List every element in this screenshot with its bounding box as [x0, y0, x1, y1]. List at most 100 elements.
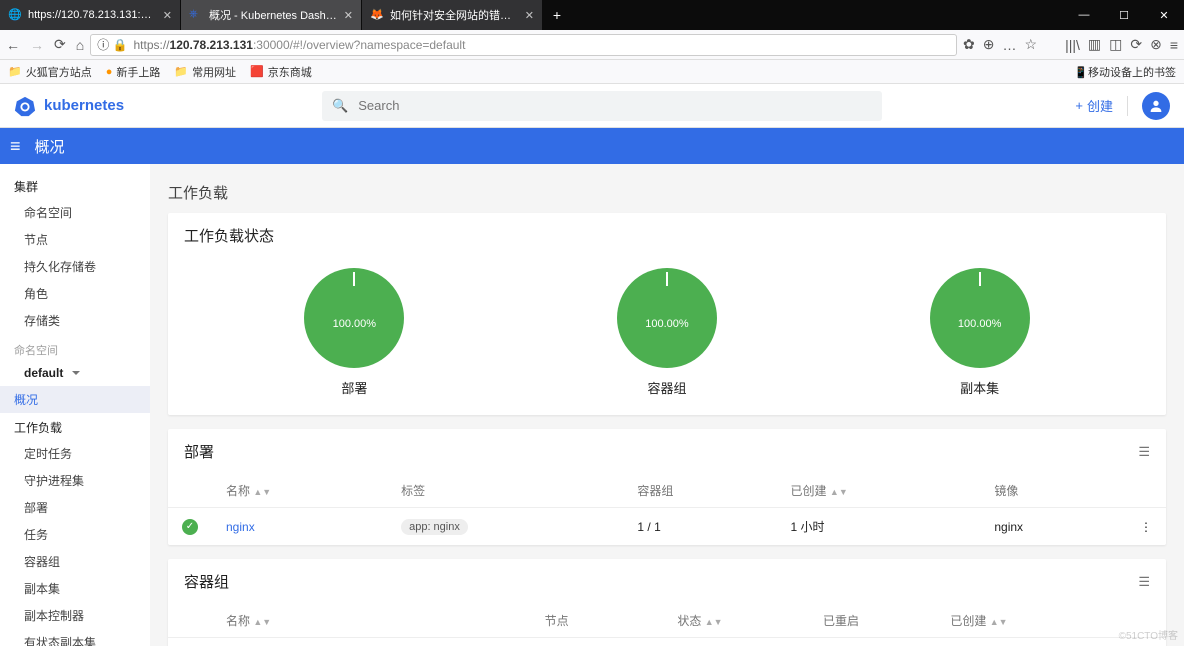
sidebar-item-daemonsets[interactable]: 守护进程集 [0, 467, 150, 494]
screenshot-icon[interactable]: ◫ [1109, 36, 1122, 53]
sidebar-item-cronjobs[interactable]: 定时任务 [0, 440, 150, 467]
url-host: 120.78.213.131 [170, 38, 253, 52]
donut-replicasets: 100.00% 副本集 [930, 268, 1030, 397]
sync-icon[interactable]: ⟳ [1130, 36, 1142, 53]
reader-icon[interactable]: ⊕ [983, 36, 995, 53]
browser-tab-0[interactable]: 🌐 https://120.78.213.131:3000 ✕ [0, 0, 180, 30]
sidebar-head-cluster[interactable]: 集群 [0, 172, 150, 199]
folder-icon: 📁 [8, 65, 22, 78]
resource-link[interactable]: nginx [226, 520, 255, 534]
col-status[interactable]: 状态 ▲▼ [663, 604, 809, 638]
donut-pct: 100.00% [333, 318, 376, 330]
col-created[interactable]: 已创建 ▲▼ [777, 474, 981, 508]
table-row[interactable]: nginx app: nginx 1 / 1 1 小时 nginx ⋮ [168, 508, 1166, 546]
col-name[interactable]: 名称 ▲▼ [212, 604, 531, 638]
browser-tab-2[interactable]: 🦊 如何针对安全网站的错误码"SEC_E ✕ [362, 0, 542, 30]
nav-forward[interactable]: → [30, 37, 44, 53]
sidebar-item-storageclass[interactable]: 存储类 [0, 307, 150, 334]
sidebar-icon[interactable]: |||\ [1065, 37, 1080, 53]
col-name[interactable]: 名称 ▲▼ [212, 474, 387, 508]
bookmark-item[interactable]: ●新手上路 [106, 64, 161, 80]
bookmark-label: 京东商城 [268, 64, 312, 80]
plus-icon: + [1075, 98, 1083, 113]
new-tab-button[interactable]: + [543, 0, 571, 30]
donut-caption: 部署 [341, 378, 367, 397]
col-node[interactable]: 节点 [531, 604, 664, 638]
tab-close-icon[interactable]: ✕ [344, 9, 353, 22]
bookmarks-bar: 📁火狐官方站点 ●新手上路 📁常用网址 🟥京东商城 📱移动设备上的书签 [0, 60, 1184, 84]
filter-icon[interactable]: ☰ [1138, 574, 1150, 590]
tab-close-icon[interactable]: ✕ [163, 9, 172, 22]
bookmark-star-icon[interactable]: ☆ [1025, 36, 1038, 53]
library-icon[interactable]: ▥ [1088, 36, 1101, 53]
site-icon: 🟥 [250, 65, 264, 78]
browser-tab-1[interactable]: ⎈ 概况 - Kubernetes Dashboar ✕ [181, 0, 361, 30]
create-label: 创建 [1087, 96, 1113, 115]
brand-text: kubernetes [44, 97, 124, 114]
card-title: 容器组 [184, 571, 229, 592]
nav-back[interactable]: ← [6, 37, 20, 53]
sidebar-item-overview[interactable]: 概况 [0, 386, 150, 413]
address-bar: ← → ⟳ ⌂ ⓘ 🔒 https://120.78.213.131:30000… [0, 30, 1184, 60]
create-button[interactable]: + 创建 [1075, 96, 1113, 115]
extension-icon[interactable]: ⊗ [1150, 36, 1162, 53]
bookmark-star-icon[interactable]: … [1003, 37, 1017, 53]
sidebar-item-replicationcontrollers[interactable]: 副本控制器 [0, 602, 150, 629]
sidebar-item-pv[interactable]: 持久化存储卷 [0, 253, 150, 280]
sort-icon: ▲▼ [705, 617, 723, 627]
col-restarts[interactable]: 已重启 [809, 604, 936, 638]
mobile-bookmarks[interactable]: 📱移动设备上的书签 [1074, 64, 1176, 80]
col-pods[interactable]: 容器组 [623, 474, 776, 508]
tab-close-icon[interactable]: ✕ [525, 9, 534, 22]
user-avatar[interactable] [1142, 92, 1170, 120]
bookmark-item[interactable]: 📁火狐官方站点 [8, 64, 92, 80]
favicon-firefox: 🦊 [370, 8, 384, 22]
bookmark-item[interactable]: 🟥 京东商城 [250, 64, 312, 80]
donut-deployments: 100.00% 部署 [304, 268, 404, 397]
window-minimize[interactable]: — [1064, 0, 1104, 30]
card-workload-status: 工作负载状态 100.00% 部署 100.00% 容器组 100.00% 副本… [168, 213, 1166, 415]
search-input[interactable] [358, 98, 872, 113]
main-content: 工作负载 工作负载状态 100.00% 部署 100.00% 容器组 100.0… [150, 164, 1184, 646]
table-row[interactable]: nginx-554b9c67f9-pkmrs k8s002 Running 0 … [168, 638, 1166, 646]
bookmark-label: 新手上路 [116, 64, 160, 80]
sidebar-item-statefulsets[interactable]: 有状态副本集 [0, 629, 150, 646]
sidebar-item-roles[interactable]: 角色 [0, 280, 150, 307]
sidebar-item-deployments[interactable]: 部署 [0, 494, 150, 521]
status-ok-icon [182, 519, 198, 535]
sidebar-item-pods[interactable]: 容器组 [0, 548, 150, 575]
nav-home[interactable]: ⌂ [76, 37, 84, 53]
sidebar-item-nodes[interactable]: 节点 [0, 226, 150, 253]
window-close[interactable]: ✕ [1144, 0, 1184, 30]
addon-icon[interactable]: ✿ [963, 36, 975, 53]
hamburger-icon[interactable]: ≡ [10, 136, 21, 157]
tab-strip: 🌐 https://120.78.213.131:3000 ✕ ⎈ 概况 - K… [0, 0, 1184, 30]
col-images[interactable]: 镜像 [980, 474, 1116, 508]
restarts-value: 0 [809, 638, 936, 646]
sidebar-head-workloads[interactable]: 工作负载 [0, 413, 150, 440]
site-icon: ● [106, 66, 113, 78]
security-indicator[interactable]: ⓘ 🔒 [97, 36, 127, 53]
card-title: 工作负载状态 [184, 225, 274, 246]
donut-caption: 容器组 [647, 378, 686, 397]
url-field[interactable]: ⓘ 🔒 https://120.78.213.131:30000/#!/over… [90, 34, 957, 56]
sort-icon: ▲▼ [253, 487, 271, 497]
sidebar-item-jobs[interactable]: 任务 [0, 521, 150, 548]
namespace-selector[interactable]: default [0, 360, 150, 386]
app-menu-icon[interactable]: ≡ [1170, 37, 1178, 53]
search-box[interactable]: 🔍 [322, 91, 882, 121]
dashboard-topbar: kubernetes 🔍 + 创建 [0, 84, 1184, 128]
filter-icon[interactable]: ☰ [1138, 444, 1150, 460]
sidebar-item-replicasets[interactable]: 副本集 [0, 575, 150, 602]
created-value: 1 小时 [777, 508, 981, 546]
brand[interactable]: kubernetes [14, 95, 124, 117]
kebab-icon[interactable]: ⋮ [1140, 520, 1152, 534]
window-maximize[interactable]: ☐ [1104, 0, 1144, 30]
col-created[interactable]: 已创建 ▲▼ [936, 604, 1106, 638]
nav-reload[interactable]: ⟳ [54, 36, 66, 53]
col-labels[interactable]: 标签 [387, 474, 623, 508]
bookmark-label: 常用网址 [192, 64, 236, 80]
bookmark-item[interactable]: 📁常用网址 [174, 64, 236, 80]
card-deployments: 部署 ☰ 名称 ▲▼ 标签 容器组 已创建 ▲▼ 镜像 nginx app: n… [168, 429, 1166, 545]
sidebar-item-namespaces[interactable]: 命名空间 [0, 199, 150, 226]
